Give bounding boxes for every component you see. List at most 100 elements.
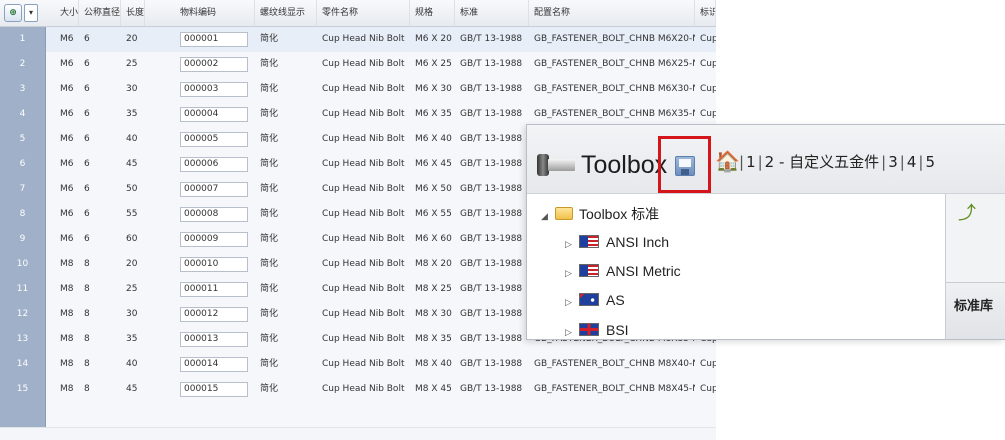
row-number[interactable]: 11	[0, 277, 46, 302]
row-number[interactable]: 2	[0, 52, 46, 77]
toolbox-tree: ◢ Toolbox 标准 ▷ ANSI Inch ▷ ANSI Metric ▷ AS …	[527, 194, 945, 339]
row-number[interactable]: 6	[0, 152, 46, 177]
row-number[interactable]: 12	[0, 302, 46, 327]
cell-material-code[interactable]: 000014	[180, 357, 248, 372]
cell-material-code[interactable]: 000007	[180, 182, 248, 197]
cell-part-name: Cup Head Nib Bolt	[322, 109, 405, 119]
cell-material-code[interactable]: 000010	[180, 257, 248, 272]
tab-3[interactable]: 3	[888, 153, 898, 171]
tree-item-ansi-inch[interactable]: ▷ ANSI Inch	[565, 230, 669, 254]
cell-spec: M6 X 55	[415, 209, 452, 219]
cell-material-code[interactable]: 000004	[180, 107, 248, 122]
row-number[interactable]: 8	[0, 202, 46, 227]
cell-spec: M6 X 45	[415, 159, 452, 169]
cell-standard: GB/T 13-1988	[460, 59, 523, 69]
row-number[interactable]: 3	[0, 77, 46, 102]
tab-2[interactable]: 2 - 自定义五金件	[765, 153, 880, 171]
table-row[interactable]: 15 M8 8 45 000015 简化 Cup Head Nib Bolt M8 X 45 G…	[0, 377, 716, 403]
row-number[interactable]: 13	[0, 327, 46, 352]
column-header-length[interactable]: 长度	[121, 0, 145, 26]
column-header-spec[interactable]: 规格	[410, 0, 455, 26]
cell-identifier: Cup	[700, 384, 716, 394]
expanded-arrow-icon[interactable]: ◢	[541, 204, 555, 228]
collapsed-arrow-icon[interactable]: ▷	[565, 320, 579, 338]
collapsed-arrow-icon[interactable]: ▷	[565, 232, 579, 256]
tab-1[interactable]: 1	[746, 153, 756, 171]
tab-4[interactable]: 4	[907, 153, 917, 171]
cell-material-code[interactable]: 000003	[180, 82, 248, 97]
cell-material-code[interactable]: 000002	[180, 57, 248, 72]
cell-thread-display: 简化	[260, 234, 279, 244]
save-button-highlight[interactable]	[658, 136, 711, 193]
column-header-config-name[interactable]: 配置名称	[529, 0, 695, 26]
row-number[interactable]: 9	[0, 227, 46, 252]
cell-spec: M8 X 45	[415, 384, 452, 394]
cell-material-code[interactable]: 000012	[180, 307, 248, 322]
tree-item-label: ANSI Metric	[606, 263, 681, 279]
cell-nominal-diameter: 8	[84, 259, 90, 269]
table-row[interactable]: 3 M6 6 30 000003 简化 Cup Head Nib Bolt M6 X 30 GB…	[0, 77, 716, 103]
cell-length: 20	[126, 34, 138, 44]
column-header-part-name[interactable]: 零件名称	[317, 0, 410, 26]
cell-thread-display: 简化	[260, 34, 279, 44]
cell-thread-display: 简化	[260, 59, 279, 69]
save-icon[interactable]	[675, 156, 695, 176]
tree-item-as[interactable]: ▷ AS	[565, 288, 625, 312]
column-header-standard[interactable]: 标准	[455, 0, 529, 26]
cell-thread-display: 简化	[260, 334, 279, 344]
cell-material-code[interactable]: 000011	[180, 282, 248, 297]
grid-options-icon[interactable]: ⊕	[4, 4, 22, 22]
row-number[interactable]: 14	[0, 352, 46, 377]
cell-length: 30	[126, 309, 138, 319]
table-row[interactable]: 2 M6 6 25 000002 简化 Cup Head Nib Bolt M6 X 25 GB…	[0, 52, 716, 78]
row-number[interactable]: 1	[0, 27, 46, 52]
cell-standard: GB/T 13-1988	[460, 34, 523, 44]
cell-material-code[interactable]: 000009	[180, 232, 248, 247]
column-header-thread-display[interactable]: 螺纹线显示	[255, 0, 317, 26]
grid-options-dropdown[interactable]: ▾	[24, 4, 38, 22]
cell-material-code[interactable]: 000001	[180, 32, 248, 47]
cell-spec: M8 X 35	[415, 334, 452, 344]
cell-part-name: Cup Head Nib Bolt	[322, 384, 405, 394]
cell-material-code[interactable]: 000013	[180, 332, 248, 347]
cell-length: 40	[126, 134, 138, 144]
cell-material-code[interactable]: 000008	[180, 207, 248, 222]
row-number[interactable]: 4	[0, 102, 46, 127]
tree-item-bsi[interactable]: ▷ BSI	[565, 318, 629, 338]
collapsed-arrow-icon[interactable]: ▷	[565, 290, 579, 314]
cell-standard: GB/T 13-1988	[460, 259, 523, 269]
row-number[interactable]: 7	[0, 177, 46, 202]
cell-nominal-diameter: 6	[84, 184, 90, 194]
cell-spec: M6 X 30	[415, 84, 452, 94]
table-row[interactable]: 1 M6 6 20 000001 简化 Cup Head Nib Bolt M6 X 20 GB…	[0, 27, 716, 53]
row-number[interactable]: 10	[0, 252, 46, 277]
cell-thread-display: 简化	[260, 84, 279, 94]
collapsed-arrow-icon[interactable]: ▷	[565, 261, 579, 285]
column-header-identifier[interactable]: 标识	[695, 0, 716, 26]
column-header-material-code[interactable]: 物料编码	[175, 0, 255, 26]
tree-item-ansi-metric[interactable]: ▷ ANSI Metric	[565, 259, 681, 283]
column-header-size[interactable]: 大小	[55, 0, 79, 26]
cell-length: 20	[126, 259, 138, 269]
cell-length: 25	[126, 59, 138, 69]
tab-5[interactable]: 5	[925, 153, 935, 171]
cell-material-code[interactable]: 000015	[180, 382, 248, 397]
up-level-icon[interactable]: ⤴	[958, 204, 978, 224]
table-row[interactable]: 14 M8 8 40 000014 简化 Cup Head Nib Bolt M8 X 40 G…	[0, 352, 716, 378]
cell-material-code[interactable]: 000006	[180, 157, 248, 172]
row-number[interactable]: 15	[0, 377, 46, 402]
cell-material-code[interactable]: 000005	[180, 132, 248, 147]
tree-item-root[interactable]: ◢ Toolbox 标准	[541, 202, 659, 226]
us-flag-icon	[579, 264, 599, 277]
home-icon[interactable]: 🏠	[715, 150, 740, 172]
row-number[interactable]: 5	[0, 127, 46, 152]
cell-part-name: Cup Head Nib Bolt	[322, 284, 405, 294]
cell-spec: M6 X 35	[415, 109, 452, 119]
cell-config-name: GB_FASTENER_BOLT_CHNB M6X30-N	[534, 84, 695, 94]
cell-part-name: Cup Head Nib Bolt	[322, 359, 405, 369]
cell-thread-display: 简化	[260, 184, 279, 194]
cell-standard: GB/T 13-1988	[460, 284, 523, 294]
cell-part-name: Cup Head Nib Bolt	[322, 159, 405, 169]
grid-corner: ⊕ ▾	[2, 3, 42, 23]
column-header-nominal-diameter[interactable]: 公称直径	[79, 0, 121, 26]
